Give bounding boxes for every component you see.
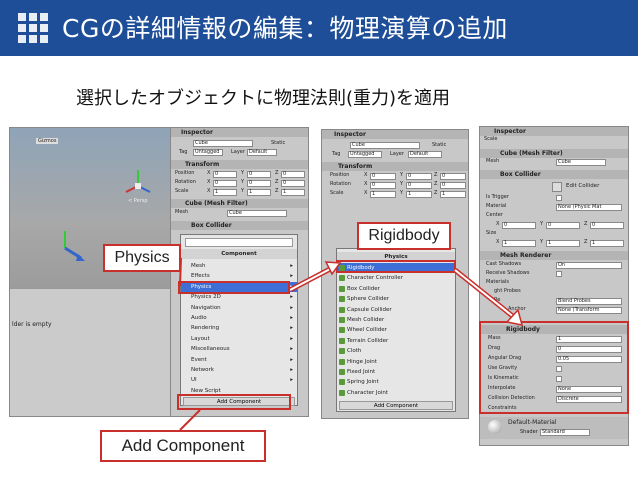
flow-arrows xyxy=(177,257,524,431)
arrow-callout-add-component xyxy=(179,409,201,431)
add-component-highlight xyxy=(177,394,291,410)
physics-item-highlight xyxy=(178,281,290,294)
